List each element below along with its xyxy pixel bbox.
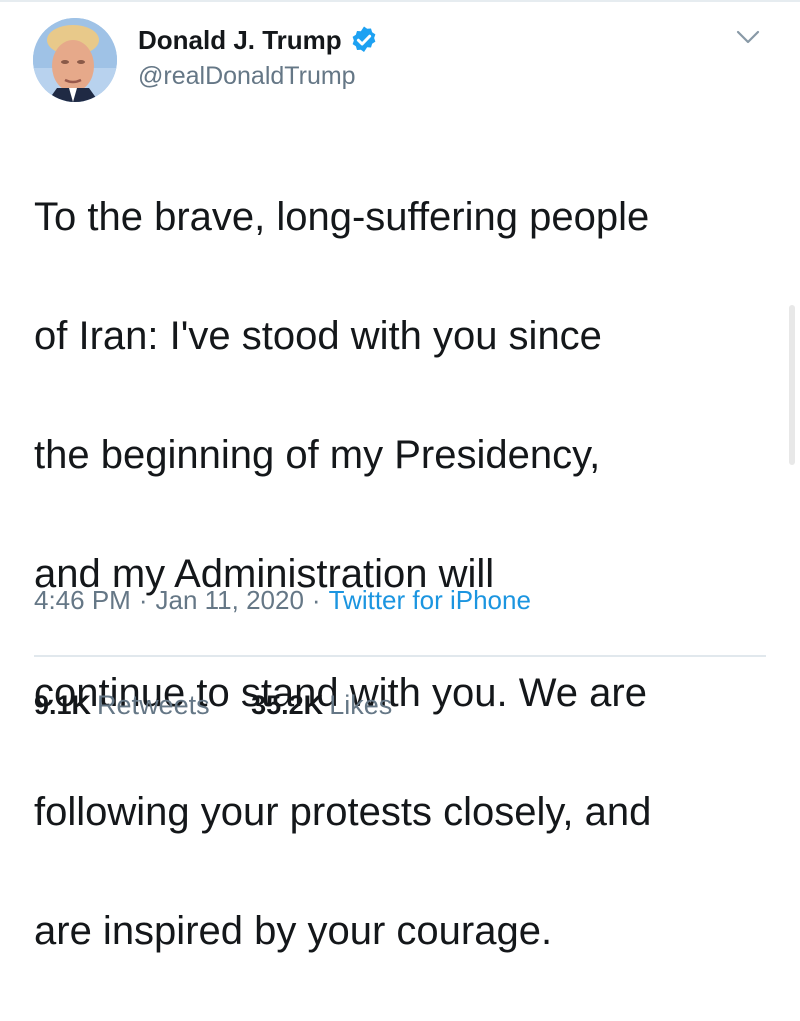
top-divider: [0, 0, 800, 2]
chevron-down-icon[interactable]: [733, 22, 763, 52]
scrollbar[interactable]: [789, 305, 795, 465]
user-handle[interactable]: @realDonaldTrump: [138, 62, 379, 91]
tweet-text-line: of Iran: I've stood with you since: [34, 313, 602, 358]
meta-separator: ·: [311, 585, 321, 615]
tweet-card: Donald J. Trump @realDonaldTrump To the …: [0, 0, 800, 953]
name-row: Donald J. Trump: [138, 22, 379, 58]
retweets-label: Retweets: [97, 690, 210, 720]
tweet-text-line: following your protests closely, and: [34, 789, 652, 834]
likes-count: 35.2K: [251, 690, 324, 720]
avatar-image: [33, 18, 117, 102]
meta-separator: ·: [138, 585, 148, 615]
tweet-text-line: To the brave, long-suffering people: [34, 194, 650, 239]
tweet-meta: 4:46 PM · Jan 11, 2020 · Twitter for iPhone: [34, 585, 531, 616]
display-name[interactable]: Donald J. Trump: [138, 25, 342, 56]
tweet-text-line: the beginning of my Presidency,: [34, 432, 601, 477]
tweet-time[interactable]: 4:46 PM: [34, 585, 131, 615]
author-block[interactable]: Donald J. Trump @realDonaldTrump: [138, 22, 379, 91]
avatar[interactable]: [33, 18, 117, 102]
verified-badge-icon: [352, 26, 376, 52]
tweet-date[interactable]: Jan 11, 2020: [156, 585, 304, 615]
tweet-text: To the brave, long-suffering people of I…: [34, 128, 774, 1021]
likes-stat[interactable]: 35.2K Likes: [251, 690, 392, 720]
tweet-source-link[interactable]: Twitter for iPhone: [329, 585, 531, 615]
tweet-text-line: are inspired by your courage.: [34, 908, 553, 953]
retweets-stat[interactable]: 9.1K Retweets: [34, 690, 210, 720]
tweet-stats: 9.1K Retweets 35.2K Likes: [34, 690, 392, 721]
stats-divider: [34, 655, 766, 657]
likes-label: Likes: [329, 690, 393, 720]
retweets-count: 9.1K: [34, 690, 92, 720]
